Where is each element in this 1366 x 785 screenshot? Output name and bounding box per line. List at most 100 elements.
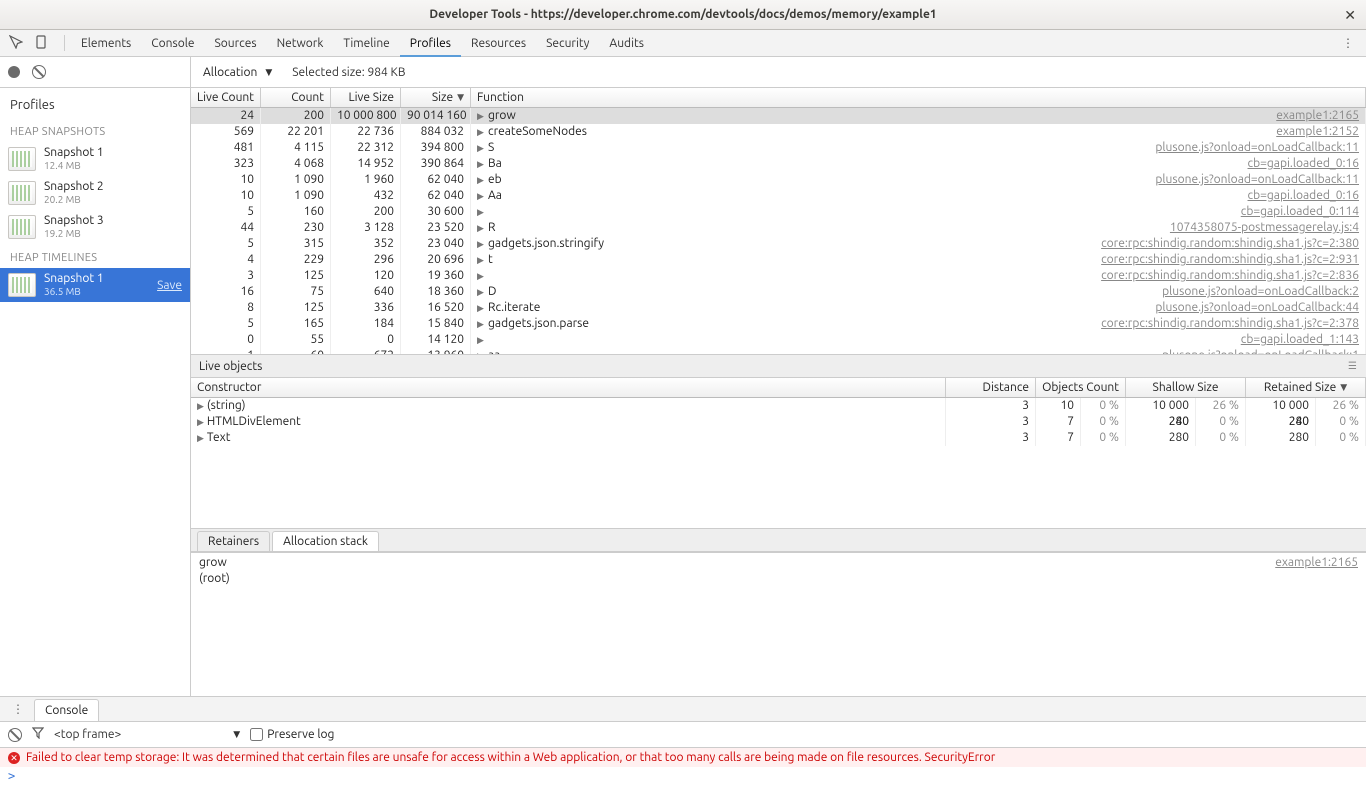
expand-icon[interactable]: ▶ bbox=[477, 188, 485, 204]
console-tab[interactable]: Console bbox=[34, 699, 99, 722]
allocation-row[interactable]: 4814 11522 312394 800▶Splusone.js?onload… bbox=[191, 140, 1366, 156]
snapshot-item[interactable]: Snapshot 319.2 MB bbox=[0, 210, 190, 244]
expand-icon[interactable]: ▶ bbox=[477, 268, 485, 284]
expand-icon[interactable]: ▶ bbox=[197, 414, 204, 430]
expand-icon[interactable]: ▶ bbox=[477, 332, 485, 348]
allocation-grid-header: Live Count Count Live Size Size▼ Functio… bbox=[191, 88, 1366, 108]
device-icon[interactable] bbox=[32, 35, 52, 52]
col-size[interactable]: Size▼ bbox=[401, 88, 471, 107]
liveobj-row[interactable]: ▶(string)3100 %10 000 24026 %10 000 2402… bbox=[191, 398, 1366, 414]
clear-console-icon[interactable] bbox=[8, 728, 22, 742]
tab-sources[interactable]: Sources bbox=[204, 30, 266, 57]
col-constructor[interactable]: Constructor bbox=[191, 378, 946, 397]
expand-icon[interactable]: ▶ bbox=[477, 220, 485, 236]
col-count[interactable]: Count bbox=[261, 88, 331, 107]
expand-icon[interactable]: ▶ bbox=[477, 284, 485, 300]
tab-audits[interactable]: Audits bbox=[599, 30, 654, 57]
lower-tab-retainers[interactable]: Retainers bbox=[197, 531, 270, 551]
allocation-row[interactable]: 516518415 840▶gadgets.json.parsecore:rpc… bbox=[191, 316, 1366, 332]
liveobj-row[interactable]: ▶Text370 %2800 %2800 % bbox=[191, 430, 1366, 446]
col-function[interactable]: Function bbox=[471, 88, 1366, 107]
inspect-icon[interactable] bbox=[6, 35, 26, 52]
allocation-row[interactable]: 101 09043262 040▶Aacb=gapi.loaded_0:16 bbox=[191, 188, 1366, 204]
clear-icon[interactable] bbox=[32, 65, 46, 79]
stack-frame[interactable]: (root) bbox=[199, 571, 1358, 587]
source-link[interactable]: core:rpc:shindig.random:shindig.sha1.js?… bbox=[1101, 252, 1359, 268]
source-link[interactable]: example1:2165 bbox=[1276, 108, 1359, 124]
allocation-row[interactable]: 442303 12823 520▶R1074358075-postmessage… bbox=[191, 220, 1366, 236]
snapshot-item[interactable]: Snapshot 112.4 MB bbox=[0, 142, 190, 176]
tab-security[interactable]: Security bbox=[536, 30, 599, 57]
allocation-row[interactable]: 167564018 360▶Dplusone.js?onload=onLoadC… bbox=[191, 284, 1366, 300]
source-link[interactable]: example1:2152 bbox=[1276, 124, 1359, 140]
expand-icon[interactable]: ▶ bbox=[477, 140, 485, 156]
expand-icon[interactable]: ▶ bbox=[477, 108, 485, 124]
preserve-log-checkbox[interactable]: Preserve log bbox=[250, 728, 334, 741]
source-link[interactable]: cb=gapi.loaded_1:143 bbox=[1241, 332, 1359, 348]
expand-icon[interactable]: ▶ bbox=[477, 236, 485, 252]
filter-icon[interactable] bbox=[32, 727, 44, 742]
allocation-row[interactable]: 101 0901 96062 040▶ebplusone.js?onload=o… bbox=[191, 172, 1366, 188]
allocation-row[interactable]: 812533616 520▶Rc.iterateplusone.js?onloa… bbox=[191, 300, 1366, 316]
col-objects-count[interactable]: Objects Count bbox=[1036, 378, 1126, 397]
source-link[interactable]: cb=gapi.loaded_0:16 bbox=[1248, 188, 1359, 204]
expand-icon[interactable]: ▶ bbox=[197, 398, 204, 414]
expand-icon[interactable]: ▶ bbox=[477, 172, 485, 188]
expand-icon[interactable]: ▶ bbox=[477, 124, 485, 140]
allocation-row[interactable]: 422929620 696▶tcore:rpc:shindig.random:s… bbox=[191, 252, 1366, 268]
allocation-row[interactable]: 055014 120▶cb=gapi.loaded_1:143 bbox=[191, 332, 1366, 348]
col-shallow-size[interactable]: Shallow Size bbox=[1126, 378, 1246, 397]
source-link[interactable]: core:rpc:shindig.random:shindig.sha1.js?… bbox=[1101, 236, 1359, 252]
source-link[interactable]: core:rpc:shindig.random:shindig.sha1.js?… bbox=[1101, 316, 1359, 332]
console-prompt[interactable]: > bbox=[0, 767, 1366, 785]
allocation-grid[interactable]: 2420010 000 80090 014 160▶growexample1:2… bbox=[191, 108, 1366, 354]
liveobj-row[interactable]: ▶HTMLDivElement370 %2800 %2800 % bbox=[191, 414, 1366, 430]
col-retained-size[interactable]: Retained Size▼ bbox=[1246, 378, 1366, 397]
expand-icon[interactable]: ▶ bbox=[477, 252, 485, 268]
snapshot-item[interactable]: Snapshot 136.5 MBSave bbox=[0, 268, 190, 302]
lower-tab-allocation-stack[interactable]: Allocation stack bbox=[272, 531, 379, 551]
save-link[interactable]: Save bbox=[157, 279, 182, 292]
allocation-row[interactable]: 3234 06814 952390 864▶Bacb=gapi.loaded_0… bbox=[191, 156, 1366, 172]
tab-elements[interactable]: Elements bbox=[71, 30, 141, 57]
expand-icon[interactable]: ▶ bbox=[477, 156, 485, 172]
frame-select[interactable]: <top frame> ▼ bbox=[54, 728, 240, 741]
expand-icon[interactable]: ▶ bbox=[477, 204, 485, 220]
tab-network[interactable]: Network bbox=[267, 30, 334, 57]
live-objects-grid[interactable]: ▶(string)3100 %10 000 24026 %10 000 2402… bbox=[191, 398, 1366, 528]
expand-icon[interactable]: ▶ bbox=[477, 316, 485, 332]
source-link[interactable]: core:rpc:shindig.random:shindig.sha1.js?… bbox=[1101, 268, 1359, 284]
source-link[interactable]: plusone.js?onload=onLoadCallback:11 bbox=[1155, 140, 1359, 156]
source-link[interactable]: cb=gapi.loaded_0:16 bbox=[1248, 156, 1359, 172]
source-link[interactable]: plusone.js?onload=onLoadCallback:44 bbox=[1155, 300, 1359, 316]
col-live-count[interactable]: Live Count bbox=[191, 88, 261, 107]
record-icon[interactable] bbox=[8, 66, 20, 78]
col-distance[interactable]: Distance bbox=[946, 378, 1036, 397]
allocation-row[interactable]: 531535223 040▶gadgets.json.stringifycore… bbox=[191, 236, 1366, 252]
kebab-icon[interactable]: ⋮ bbox=[6, 702, 30, 716]
source-link[interactable]: example1:2165 bbox=[1275, 555, 1358, 571]
close-icon[interactable]: ✕ bbox=[1344, 7, 1356, 24]
source-link[interactable]: plusone.js?onload=onLoadCallback:2 bbox=[1162, 284, 1359, 300]
expand-icon[interactable]: ▶ bbox=[477, 300, 485, 316]
console-error[interactable]: ✕ Failed to clear temp storage: It was d… bbox=[0, 748, 1366, 767]
menu-icon[interactable]: ☰ bbox=[1348, 360, 1358, 372]
allocation-row[interactable]: 2420010 000 80090 014 160▶growexample1:2… bbox=[191, 108, 1366, 124]
tab-resources[interactable]: Resources bbox=[461, 30, 536, 57]
snapshot-item[interactable]: Snapshot 220.2 MB bbox=[0, 176, 190, 210]
source-link[interactable]: 1074358075-postmessagerelay.js:4 bbox=[1170, 220, 1359, 236]
tab-console[interactable]: Console bbox=[141, 30, 204, 57]
allocation-row[interactable]: 312512019 360▶core:rpc:shindig.random:sh… bbox=[191, 268, 1366, 284]
stack-frame[interactable]: growexample1:2165 bbox=[199, 555, 1358, 571]
source-link[interactable]: plusone.js?onload=onLoadCallback:11 bbox=[1155, 172, 1359, 188]
allocation-row[interactable]: 516020030 600▶cb=gapi.loaded_0:114 bbox=[191, 204, 1366, 220]
allocation-stack[interactable]: growexample1:2165(root) bbox=[191, 552, 1366, 642]
tab-profiles[interactable]: Profiles bbox=[400, 30, 461, 57]
source-link[interactable]: cb=gapi.loaded_0:114 bbox=[1241, 204, 1359, 220]
col-live-size[interactable]: Live Size bbox=[331, 88, 401, 107]
allocation-row[interactable]: 56922 20122 736884 032▶createSomeNodesex… bbox=[191, 124, 1366, 140]
view-select[interactable]: Allocation ▼ bbox=[203, 66, 272, 79]
expand-icon[interactable]: ▶ bbox=[197, 430, 204, 446]
kebab-icon[interactable]: ⋮ bbox=[1336, 36, 1360, 50]
tab-timeline[interactable]: Timeline bbox=[333, 30, 399, 57]
